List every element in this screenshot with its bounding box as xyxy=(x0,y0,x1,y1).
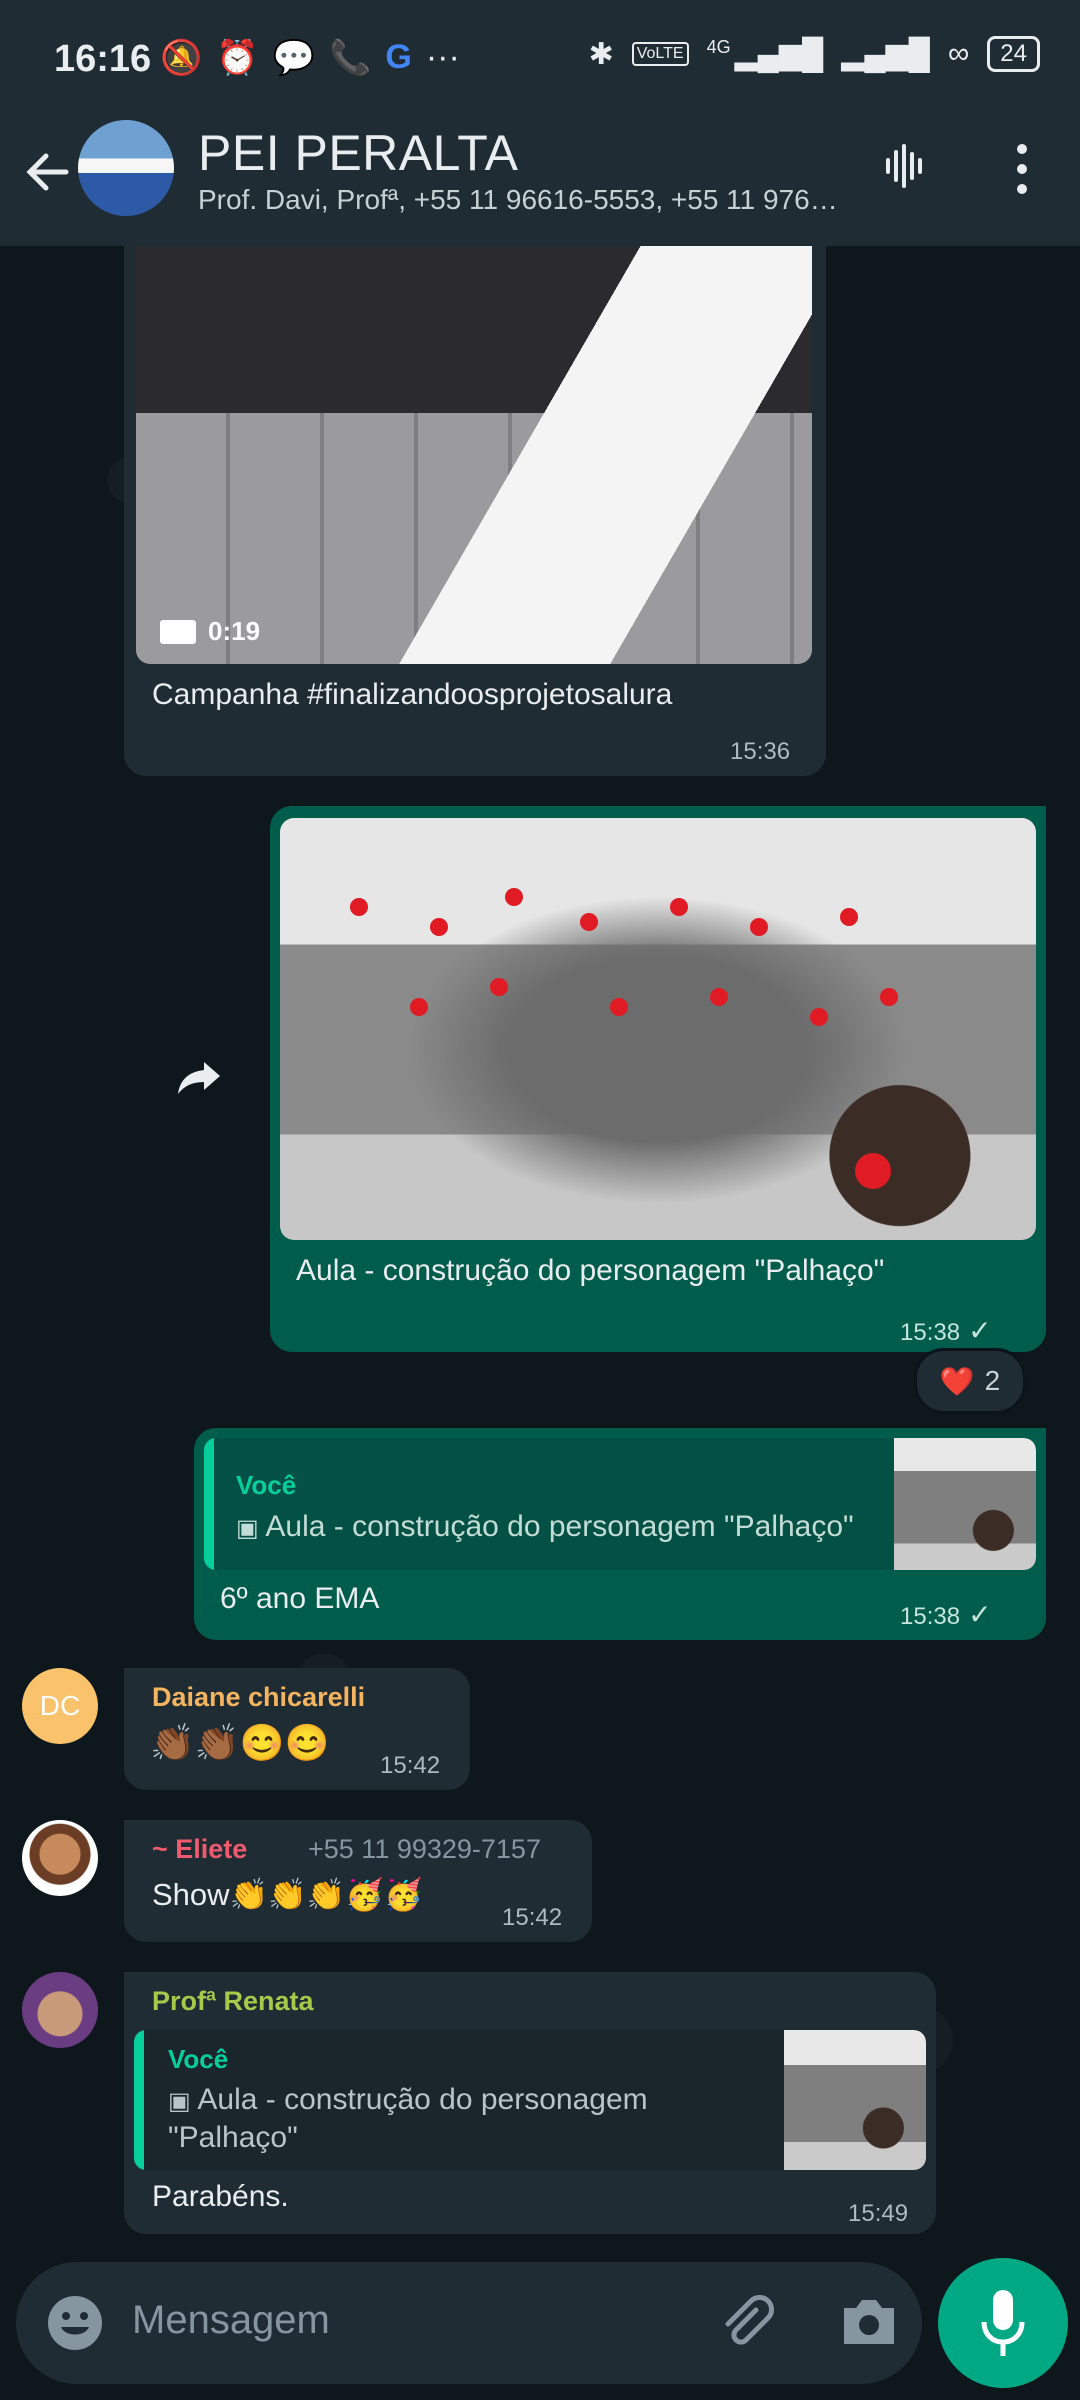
photo-caption: Aula - construção do personagem "Palhaço… xyxy=(296,1254,885,1287)
message-time-value: 15:38 xyxy=(900,1603,961,1630)
quote-accent-bar xyxy=(134,2030,144,2170)
clown-nose-dot xyxy=(610,998,628,1016)
message-time: 15:42 xyxy=(380,1752,441,1779)
volte-icon: VoLTE xyxy=(631,42,689,66)
sent-check-icon: ✓ xyxy=(968,1599,992,1630)
clown-nose-dot xyxy=(430,918,448,936)
status-time: 16:16 xyxy=(54,38,152,80)
video-caption: Campanha #finalizandoosprojetosalura xyxy=(152,678,673,711)
quoted-message[interactable]: Você ▣ Aula - construção do personagem "… xyxy=(134,2030,926,2170)
video-duration-label: 0:19 xyxy=(208,616,261,646)
quote-text: ▣ Aula - construção do personagem "Palha… xyxy=(168,2082,648,2156)
quote-caption-line2: "Palhaço" xyxy=(168,2121,298,2154)
video-camera-icon xyxy=(160,619,196,644)
clown-nose-dot xyxy=(490,978,508,996)
quote-accent-bar xyxy=(204,1438,214,1570)
clown-nose-dot xyxy=(750,918,768,936)
group-title[interactable]: PEI PERALTA xyxy=(198,124,518,182)
signal-4g-icon: 4G ▂▄▆█ xyxy=(706,36,824,71)
message-text: 6º ano EMA xyxy=(220,1582,380,1615)
quote-text: ▣ Aula - construção do personagem "Palha… xyxy=(236,1510,854,1544)
quote-author: Você xyxy=(236,1470,297,1500)
image-icon: ▣ xyxy=(236,1515,259,1542)
back-arrow-icon[interactable] xyxy=(20,144,76,200)
clown-nose-dot xyxy=(855,1153,891,1189)
video-thumbnail[interactable] xyxy=(136,246,812,664)
bluetooth-icon: ✱ xyxy=(588,37,614,71)
message-text: 👏🏾👏🏾😊😊 xyxy=(150,1722,330,1763)
sent-check-icon: ✓ xyxy=(968,1315,992,1346)
battery-indicator: 24 xyxy=(987,36,1040,72)
overflow-menu-icon[interactable] xyxy=(1014,144,1030,194)
voice-record-button[interactable] xyxy=(938,2258,1068,2388)
quoted-message[interactable]: Você ▣ Aula - construção do personagem "… xyxy=(204,1438,1036,1570)
message-time: 15:49 xyxy=(848,2200,909,2227)
clown-nose-dot xyxy=(670,898,688,916)
quote-author: Você xyxy=(168,2044,229,2074)
quote-caption: Aula - construção do personagem "Palhaço… xyxy=(265,1510,854,1543)
google-icon: G xyxy=(385,38,412,76)
sender-name[interactable]: Profª Renata xyxy=(152,1986,314,2017)
link-icon: ∞ xyxy=(947,37,970,70)
quote-thumbnail xyxy=(894,1438,1036,1570)
sender-name[interactable]: ~ Eliete xyxy=(152,1834,247,1865)
mute-bell-icon: 🔕 xyxy=(160,39,203,77)
quote-thumbnail xyxy=(784,2030,926,2170)
quote-text-line1: ▣ Aula - construção do personagem xyxy=(168,2082,648,2120)
message-time: 15:42 xyxy=(502,1904,563,1931)
video-duration: 0:19 xyxy=(160,616,260,647)
clown-nose-dot xyxy=(505,888,523,906)
message-text: Parabéns. xyxy=(152,2180,289,2213)
status-bar: 16:16 🔕 ⏰ 💬 📞 G ··· ✱ VoLTE 4G ▂▄▆█ ▂▄▆█ … xyxy=(0,0,1080,120)
clown-nose-dot xyxy=(710,988,728,1006)
avatar-eliete[interactable] xyxy=(22,1820,98,1896)
quote-caption-line1: Aula - construção do personagem xyxy=(197,2083,648,2116)
status-left-icons: 🔕 ⏰ 💬 📞 G ··· xyxy=(160,38,460,78)
clown-nose-dot xyxy=(580,913,598,931)
group-avatar[interactable] xyxy=(78,120,174,216)
avatar-daiane[interactable]: DC xyxy=(22,1668,98,1744)
chat-app-icon: 💬 xyxy=(272,39,316,77)
sender-phone: +55 11 99329-7157 xyxy=(308,1834,541,1864)
heart-icon: ❤️ xyxy=(939,1365,975,1397)
sender-name[interactable]: Daiane chicarelli xyxy=(152,1682,365,1713)
image-icon: ▣ xyxy=(168,2088,191,2115)
clown-nose-dot xyxy=(880,988,898,1006)
more-dots-icon: ··· xyxy=(425,38,460,76)
clown-nose-dot xyxy=(840,908,858,926)
signal-4g-label: 4G xyxy=(706,36,731,57)
avatar-renata[interactable] xyxy=(22,1972,98,2048)
clown-nose-dot xyxy=(350,898,368,916)
phone-app-icon: 📞 xyxy=(329,39,372,77)
reaction-badge[interactable]: ❤️ 2 xyxy=(914,1348,1026,1414)
message-time-value: 15:38 xyxy=(900,1319,961,1346)
message-composer[interactable]: Mensagem xyxy=(16,2262,922,2384)
photo-image[interactable] xyxy=(280,818,1036,1240)
reaction-count: 2 xyxy=(984,1365,1001,1396)
group-participants[interactable]: Prof. Davi, Profª, +55 11 96616-5553, +5… xyxy=(198,184,848,216)
attach-clip-icon[interactable] xyxy=(716,2292,776,2352)
message-time: 15:38 ✓ xyxy=(900,1598,992,1631)
message-time: 15:38 ✓ xyxy=(900,1314,992,1347)
signal-icon: ▂▄▆█ xyxy=(841,37,930,71)
message-text: Show👏👏👏🥳🥳 xyxy=(152,1877,423,1912)
alarm-icon: ⏰ xyxy=(216,39,259,77)
voice-chat-icon[interactable] xyxy=(882,142,930,190)
emoji-icon[interactable] xyxy=(46,2294,104,2352)
clown-nose-dot xyxy=(410,998,428,1016)
forward-icon[interactable] xyxy=(176,1058,224,1098)
message-input[interactable]: Mensagem xyxy=(132,2298,330,2343)
status-right-icons: ✱ VoLTE 4G ▂▄▆█ ▂▄▆█ ∞ 24 xyxy=(589,36,1040,72)
message-time: 15:36 xyxy=(730,738,791,765)
clown-nose-dot xyxy=(810,1008,828,1026)
chat-header: PEI PERALTA Prof. Davi, Profª, +55 11 96… xyxy=(0,120,1080,246)
camera-icon[interactable] xyxy=(838,2294,900,2350)
microphone-icon xyxy=(978,2288,1028,2358)
